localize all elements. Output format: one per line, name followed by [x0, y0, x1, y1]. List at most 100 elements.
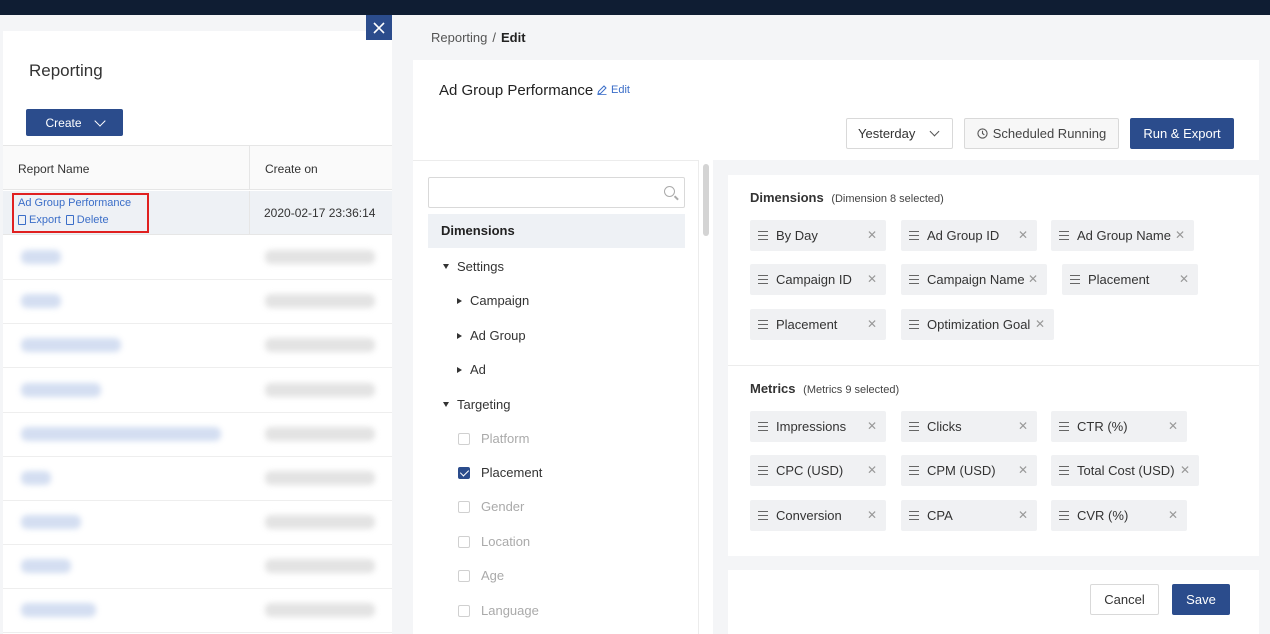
tree-node-settings[interactable]: Settings [443, 259, 504, 274]
checkbox-label: Language [481, 603, 539, 618]
drag-handle-icon[interactable] [758, 511, 768, 520]
metric-chip[interactable]: Clicks ✕ [901, 411, 1037, 442]
date-range-value: Yesterday [858, 126, 916, 141]
dimension-chip[interactable]: Ad Group Name ✕ [1051, 220, 1194, 251]
close-drawer-button[interactable] [366, 15, 392, 40]
metric-chip[interactable]: Impressions ✕ [750, 411, 886, 442]
chip-label: Placement [776, 317, 838, 332]
remove-chip-icon[interactable]: ✕ [867, 228, 877, 242]
tree-node-label: Ad Group [470, 328, 526, 343]
column-divider [249, 146, 250, 190]
remove-chip-icon[interactable]: ✕ [1018, 419, 1028, 433]
drag-handle-icon[interactable] [1059, 422, 1069, 431]
checkbox[interactable] [458, 604, 470, 617]
export-link[interactable]: Export [18, 214, 61, 226]
drag-handle-icon[interactable] [909, 320, 919, 329]
chip-label: CVR (%) [1077, 508, 1129, 523]
drag-handle-icon[interactable] [1059, 511, 1069, 520]
checkbox-item-placement[interactable]: Placement [458, 465, 542, 480]
remove-chip-icon[interactable]: ✕ [1168, 419, 1178, 433]
create-button[interactable]: Create [26, 109, 123, 136]
tree-heading-dimensions[interactable]: Dimensions [428, 214, 685, 248]
blurred-date [265, 250, 375, 264]
metric-chip[interactable]: Conversion ✕ [750, 500, 886, 531]
drag-handle-icon[interactable] [758, 320, 768, 329]
report-name-link[interactable]: Ad Group Performance [18, 197, 131, 209]
remove-chip-icon[interactable]: ✕ [1018, 228, 1028, 242]
remove-chip-icon[interactable]: ✕ [1035, 317, 1045, 331]
blurred-row [3, 280, 392, 324]
tree-node-targeting[interactable]: Targeting [443, 397, 510, 412]
tree-scrollbar[interactable] [699, 160, 713, 634]
drag-handle-icon[interactable] [1059, 466, 1069, 475]
remove-chip-icon[interactable]: ✕ [1018, 508, 1028, 522]
checkbox[interactable] [458, 500, 470, 513]
field-search-input[interactable] [428, 177, 685, 208]
metric-chip[interactable]: CVR (%) ✕ [1051, 500, 1187, 531]
dimension-chip[interactable]: Ad Group ID ✕ [901, 220, 1037, 251]
tree-node-ad-group[interactable]: Ad Group [457, 328, 526, 343]
drag-handle-icon[interactable] [909, 275, 919, 284]
delete-link[interactable]: Delete [65, 214, 109, 226]
save-button[interactable]: Save [1172, 584, 1230, 615]
checkbox-item-platform[interactable]: Platform [458, 431, 529, 446]
drag-handle-icon[interactable] [758, 466, 768, 475]
dimension-chip[interactable]: Optimization Goal ✕ [901, 309, 1054, 340]
tree-node-campaign[interactable]: Campaign [457, 293, 529, 308]
scrollbar-thumb[interactable] [703, 164, 709, 236]
checkbox[interactable] [458, 569, 470, 582]
metric-chip[interactable]: Total Cost (USD) ✕ [1051, 455, 1199, 486]
remove-chip-icon[interactable]: ✕ [1179, 272, 1189, 286]
run-export-button[interactable]: Run & Export [1130, 118, 1234, 149]
checkbox-item-gender[interactable]: Gender [458, 499, 524, 514]
checkbox[interactable] [458, 432, 470, 445]
remove-chip-icon[interactable]: ✕ [1018, 463, 1028, 477]
remove-chip-icon[interactable]: ✕ [867, 272, 877, 286]
date-range-select[interactable]: Yesterday [846, 118, 953, 149]
dimension-chip[interactable]: Campaign Name ✕ [901, 264, 1047, 295]
remove-chip-icon[interactable]: ✕ [1028, 272, 1038, 286]
metric-chip[interactable]: CPC (USD) ✕ [750, 455, 886, 486]
cancel-button[interactable]: Cancel [1090, 584, 1159, 615]
checkbox[interactable] [458, 535, 470, 548]
drag-handle-icon[interactable] [758, 275, 768, 284]
checkbox-item-language[interactable]: Language [458, 603, 539, 618]
drag-handle-icon[interactable] [909, 466, 919, 475]
remove-chip-icon[interactable]: ✕ [867, 317, 877, 331]
remove-chip-icon[interactable]: ✕ [867, 419, 877, 433]
dimension-chip[interactable]: Placement ✕ [750, 309, 886, 340]
metric-chip[interactable]: CTR (%) ✕ [1051, 411, 1187, 442]
drag-handle-icon[interactable] [909, 422, 919, 431]
chevron-down-icon [929, 126, 940, 137]
section-count: (Dimension 8 selected) [831, 193, 944, 205]
checkbox-item-age[interactable]: Age [458, 568, 504, 583]
dimension-chip[interactable]: Placement ✕ [1062, 264, 1198, 295]
drag-handle-icon[interactable] [1059, 231, 1069, 240]
drag-handle-icon[interactable] [758, 422, 768, 431]
blurred-name [21, 294, 61, 308]
edit-label: Edit [611, 84, 630, 96]
blurred-name [21, 603, 96, 617]
checkbox-item-location[interactable]: Location [458, 534, 530, 549]
tree-node-label: Campaign [470, 293, 530, 308]
scheduled-running-button[interactable]: Scheduled Running [964, 118, 1119, 149]
tree-node-ad[interactable]: Ad [457, 362, 486, 377]
drag-handle-icon[interactable] [758, 231, 768, 240]
remove-chip-icon[interactable]: ✕ [1180, 463, 1190, 477]
checkbox-checked[interactable] [458, 466, 470, 479]
chip-label: Impressions [776, 419, 847, 434]
metric-chip[interactable]: CPM (USD) ✕ [901, 455, 1037, 486]
metric-chip[interactable]: CPA ✕ [901, 500, 1037, 531]
edit-title-link[interactable]: Edit [597, 84, 630, 96]
remove-chip-icon[interactable]: ✕ [1175, 228, 1185, 242]
remove-chip-icon[interactable]: ✕ [867, 508, 877, 522]
remove-chip-icon[interactable]: ✕ [867, 463, 877, 477]
drag-handle-icon[interactable] [1070, 275, 1080, 284]
drag-handle-icon[interactable] [909, 231, 919, 240]
drag-handle-icon[interactable] [909, 511, 919, 520]
dimension-chip[interactable]: Campaign ID ✕ [750, 264, 886, 295]
remove-chip-icon[interactable]: ✕ [1168, 508, 1178, 522]
breadcrumb-parent[interactable]: Reporting [431, 30, 487, 45]
dimension-chip[interactable]: By Day ✕ [750, 220, 886, 251]
caret-right-icon [457, 297, 462, 304]
